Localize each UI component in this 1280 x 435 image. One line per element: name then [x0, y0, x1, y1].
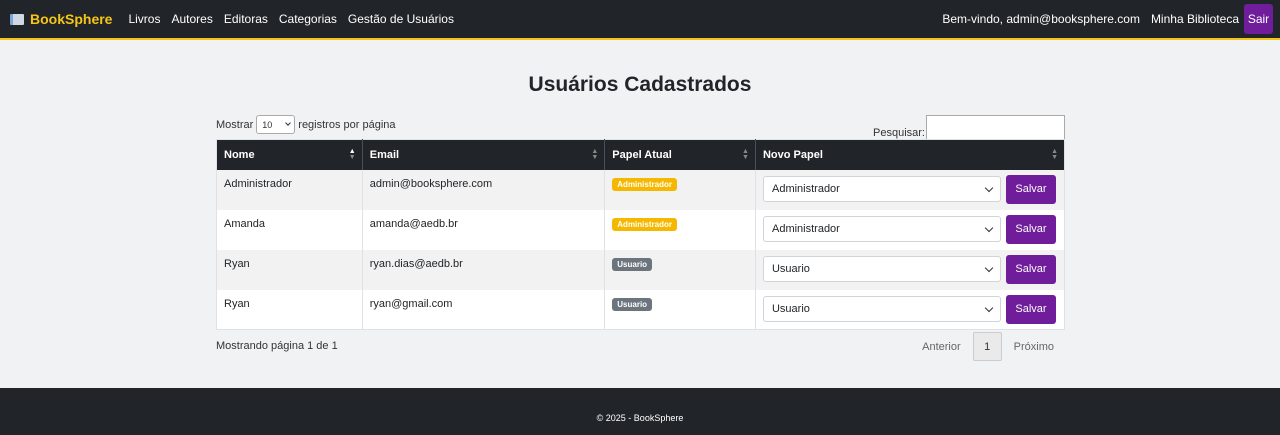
page-length-value: 10 — [262, 119, 273, 130]
show-label: Mostrar — [216, 118, 254, 131]
sort-arrows-icon: ▲ ▼ — [742, 148, 749, 161]
page-length-select[interactable]: 10 — [256, 115, 296, 134]
chevron-down-icon — [984, 183, 994, 192]
new-role-select[interactable]: Usuario — [762, 256, 1001, 282]
column-header-nome[interactable]: Nome ▲ ▼ — [216, 139, 363, 170]
column-header-label: Nome — [224, 148, 255, 161]
new-role-select[interactable]: Administrador — [762, 176, 1001, 202]
nav-link-livros[interactable]: Livros — [128, 12, 160, 26]
brand-link[interactable]: b BookSphere — [10, 11, 112, 27]
new-role-value: Usuario — [771, 263, 810, 275]
cell-email: admin@booksphere.com — [362, 169, 606, 210]
save-button[interactable]: Salvar — [1005, 214, 1056, 244]
chevron-down-icon — [984, 223, 994, 232]
column-header-label: Papel Atual — [612, 148, 672, 161]
previous-page-button[interactable]: Anterior — [922, 341, 961, 353]
role-badge: Administrador — [612, 177, 677, 191]
logout-button[interactable]: Sair — [1244, 4, 1273, 34]
new-role-select[interactable]: Administrador — [762, 216, 1001, 242]
role-badge: Usuario — [612, 257, 653, 271]
next-page-button[interactable]: Próximo — [1014, 341, 1054, 353]
page-title: Usuários Cadastrados — [528, 73, 752, 96]
cell-new-role: Administrador Salvar — [755, 169, 1065, 210]
new-role-value: Administrador — [771, 183, 840, 195]
nav-link-gestao-usuarios[interactable]: Gestão de Usuários — [348, 12, 454, 26]
save-button[interactable]: Salvar — [1005, 174, 1056, 204]
nav-link-editoras[interactable]: Editoras — [224, 12, 268, 26]
cell-email: ryan.dias@aedb.br — [362, 249, 606, 290]
search-label: Pesquisar: — [873, 127, 925, 139]
book-icon: b — [10, 13, 24, 25]
table-row: Ryan ryan@gmail.com Usuario Usuario Salv… — [216, 289, 1065, 330]
table-row: Administrador admin@booksphere.com Admin… — [216, 169, 1065, 210]
search-control: Pesquisar: — [873, 115, 1065, 140]
brand-name: BookSphere — [30, 11, 113, 27]
cell-role: Usuario — [604, 249, 756, 290]
cell-role: Administrador — [604, 209, 756, 250]
chevron-down-icon — [984, 263, 994, 272]
cell-role: Administrador — [604, 169, 756, 210]
chevron-down-icon — [984, 303, 994, 312]
column-header-email[interactable]: Email ▲ ▼ — [362, 139, 606, 170]
nav-link-categorias[interactable]: Categorias — [279, 12, 337, 26]
save-button[interactable]: Salvar — [1005, 254, 1056, 284]
column-header-label: Email — [369, 148, 400, 161]
pagination: Anterior 1 Próximo — [922, 332, 1065, 361]
nav-user-area: Bem-vindo, admin@booksphere.com Minha Bi… — [942, 4, 1280, 34]
cell-name: Ryan — [216, 289, 363, 330]
top-navbar: b BookSphere Livros Autores Editoras Cat… — [0, 0, 1280, 40]
chevron-down-icon — [285, 120, 292, 126]
page-length-control: Mostrar 10 registros por página — [216, 115, 396, 134]
cell-new-role: Administrador Salvar — [755, 210, 1064, 250]
table-row: Ryan ryan.dias@aedb.br Usuario Usuario S… — [216, 249, 1065, 290]
cell-email: ryan@gmail.com — [362, 289, 606, 330]
role-badge: Administrador — [612, 217, 677, 231]
cell-email: amanda@aedb.br — [362, 209, 606, 250]
new-role-value: Administrador — [771, 223, 840, 235]
pagination-info: Mostrando página 1 de 1 — [216, 340, 338, 352]
column-header-novo-papel[interactable]: Novo Papel ▲ ▼ — [755, 139, 1065, 170]
footer: © 2025 - BookSphere — [0, 388, 1280, 435]
table-header-row: Nome ▲ ▼ Email ▲ ▼ Papel Atual ▲ ▼ Novo Papel ▲… — [216, 139, 1065, 170]
cell-new-role: Usuario Salvar — [755, 249, 1065, 290]
new-role-value: Usuario — [771, 303, 810, 315]
cell-name: Administrador — [216, 169, 363, 210]
column-header-label: Novo Papel — [762, 148, 823, 161]
search-input[interactable] — [926, 115, 1065, 140]
role-badge: Usuario — [612, 297, 653, 311]
footer-text: © 2025 - BookSphere — [596, 413, 684, 423]
sort-arrows-icon: ▲ ▼ — [1051, 148, 1058, 161]
nav-link-autores[interactable]: Autores — [171, 12, 212, 26]
table-row: Amanda amanda@aedb.br Administrador Admi… — [216, 209, 1065, 250]
cell-name: Amanda — [216, 209, 363, 250]
my-library-link[interactable]: Minha Biblioteca — [1151, 12, 1239, 26]
sort-arrows-icon: ▲ ▼ — [591, 148, 599, 161]
nav-links: Livros Autores Editoras Categorias Gestã… — [128, 12, 465, 26]
cell-role: Usuario — [604, 289, 756, 330]
sort-arrows-icon: ▲ ▼ — [348, 148, 356, 161]
cell-name: Ryan — [216, 249, 363, 290]
column-header-papel-atual[interactable]: Papel Atual ▲ ▼ — [604, 139, 756, 170]
users-table: Nome ▲ ▼ Email ▲ ▼ Papel Atual ▲ ▼ Novo Papel ▲… — [216, 139, 1065, 330]
save-button[interactable]: Salvar — [1005, 294, 1056, 324]
cell-new-role: Usuario Salvar — [755, 290, 1064, 330]
new-role-select[interactable]: Usuario — [762, 296, 1001, 322]
page-1-button[interactable]: 1 — [972, 332, 1002, 361]
per-page-label: registros por página — [298, 118, 396, 131]
welcome-text: Bem-vindo, admin@booksphere.com — [942, 12, 1140, 26]
